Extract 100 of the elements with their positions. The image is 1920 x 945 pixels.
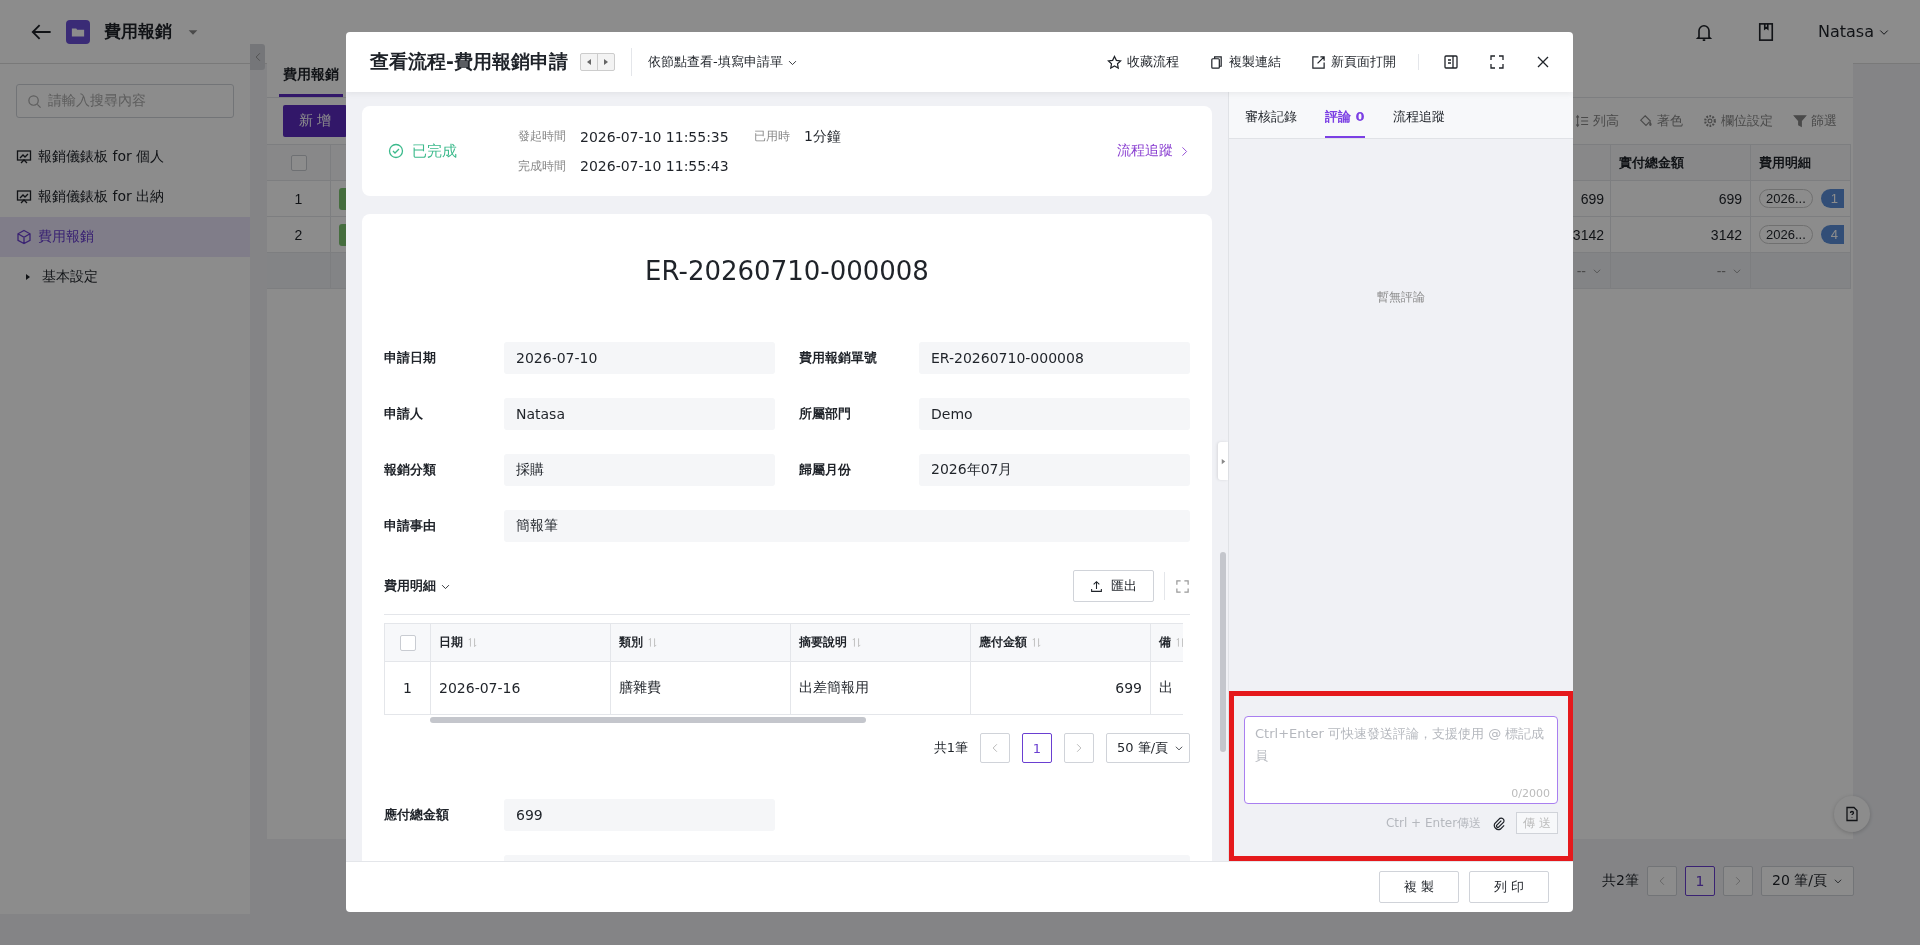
checkbox[interactable] [290,154,307,171]
paint-bucket-icon [1639,114,1653,128]
paperclip-icon [1491,815,1507,831]
table-cell: 699 [1611,181,1751,217]
tab[interactable]: 審核記錄 [1245,108,1297,138]
chevron-right-icon [1179,145,1190,157]
table-cell: 出差簡報用 [791,662,971,714]
scrollbar[interactable] [430,717,866,723]
tab[interactable]: 評論 0 [1325,108,1365,138]
checkbox[interactable] [399,634,416,651]
chevron-down-icon [1174,743,1185,753]
trace-link[interactable]: 流程追蹤 [1117,142,1190,160]
header-action-button[interactable]: 收藏流程 [1107,53,1179,71]
collapse-handle[interactable] [250,44,265,70]
scrollbar[interactable] [1220,552,1226,752]
sidebar-item[interactable]: 費用報銷 [0,217,250,257]
sidebar-item[interactable]: 報銷儀錶板 for 出納 [0,177,250,217]
footer-button[interactable]: 列 印 [1469,871,1549,903]
settings-icon [1703,114,1717,128]
add-button[interactable]: 新 增 [283,105,347,137]
collapse-handle[interactable] [1218,442,1228,480]
table-cell: 699 [971,662,1151,714]
header-action-button[interactable]: 新頁面打開 [1311,53,1396,71]
dialog-title: 查看流程-費用報銷申請 [370,49,568,74]
row-number: 1 [385,662,431,714]
tab[interactable]: 流程追蹤 [1392,108,1445,138]
prev-page-button[interactable] [980,733,1010,763]
character-counter: 0/2000 [1511,787,1550,800]
close-icon [1535,54,1551,70]
field-value: 採購 [504,454,775,486]
page-size-select[interactable]: 50 筆/頁 [1106,733,1190,763]
sidebar-item[interactable]: 基本設定 [0,257,250,297]
close-button[interactable] [1535,54,1551,70]
column-header[interactable]: 備 [1151,624,1183,662]
row-number: 1 [267,181,331,217]
field-label: 費用報銷單號 [799,349,878,367]
header-action-button[interactable]: 複製連結 [1209,53,1281,71]
field-value: 2026-07-10 [504,342,775,374]
export-button[interactable]: 匯出 [1073,570,1154,602]
status-label: 已完成 [388,141,478,161]
side-panel-button[interactable] [1443,54,1459,70]
page-button[interactable]: 1 [1685,866,1715,896]
column-header[interactable]: 類別 [611,624,791,662]
field-value: 2026-07-10 11:55:35 [580,128,730,145]
fullscreen-icon [1489,54,1505,70]
count-badge: 1 [1820,189,1844,208]
next-page-button[interactable] [1723,866,1753,896]
star-icon [1107,54,1122,70]
prev-page-button[interactable] [1647,866,1677,896]
chevron-down-icon [1833,876,1843,886]
tab[interactable]: 費用報銷 [279,66,343,97]
page-size-select[interactable]: 20 筆/頁 [1761,866,1854,896]
view-mode-dropdown[interactable]: 依節點查看-填寫申請單 [647,53,798,71]
column-header[interactable]: 應付金額 [971,624,1151,662]
row-height-icon [1575,114,1589,128]
field-value: Demo [919,398,1190,430]
help-button[interactable] [1834,796,1870,832]
user-menu[interactable]: Natasa [1818,22,1890,41]
sidebar-item[interactable]: 報銷儀錶板 for 個人 [0,137,250,177]
field-value: Natasa [504,398,775,430]
total-count: 共1筆 [933,739,968,757]
total-count: 共2筆 [1602,872,1639,890]
footer-button[interactable]: 複 製 [1379,871,1459,903]
caret-right-icon [24,273,32,281]
next-page-button[interactable] [1064,733,1094,763]
attach-button[interactable] [1491,815,1507,831]
sort-icon [1031,637,1042,648]
table-cell: 2026-07-16 [431,662,611,714]
app-title: 費用報銷 [104,20,172,43]
field-label: 歸屬月份 [799,461,852,479]
table-cell: 膳雜費 [611,662,791,714]
section-title[interactable]: 費用明細 [384,577,436,595]
field-label: 發起時間 [518,128,566,145]
column-header[interactable]: 日期 [431,624,611,662]
chevron-right-icon [1733,876,1743,886]
new-window-icon [1311,54,1326,70]
field-value: 2026年07月 [919,454,1190,486]
field-label: 報銷分類 [384,461,437,479]
field-label: 申請事由 [384,517,437,535]
chevron-left-icon [1657,876,1667,886]
page-button[interactable]: 1 [1022,733,1052,763]
field-value: 2026-07-10 11:55:43 [580,158,730,174]
column-header: 費用明細 [1751,145,1851,181]
check-circle-icon [388,143,404,159]
chart-board-icon [16,149,32,165]
field-label: 應付總金額 [384,806,450,824]
help-document-icon [1844,806,1860,822]
chevron-right-icon [1074,743,1084,753]
sort-icon [1175,637,1183,648]
field-label: 申請日期 [384,349,437,367]
column-header[interactable]: 摘要說明 [791,624,971,662]
field-label: 所屬部門 [799,405,852,423]
count-badge: 4 [1820,225,1844,244]
search-icon [27,93,42,109]
sort-icon [467,637,478,648]
field-value: 1分鐘 [804,127,841,146]
fullscreen-icon [1175,578,1190,594]
fullscreen-button[interactable] [1489,54,1505,70]
field-value: 簡報筆 [504,510,1190,542]
field-value: ER-20260710-000008 [919,342,1190,374]
